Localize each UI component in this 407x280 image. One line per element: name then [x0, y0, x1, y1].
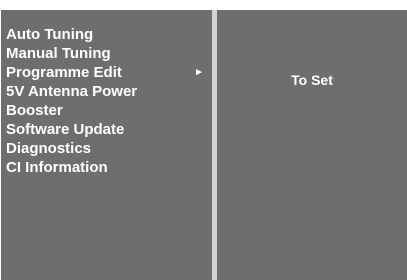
setup-menu-list: Auto Tuning Manual Tuning Programme Edit… — [6, 25, 208, 177]
menu-item-label: CI Information — [6, 159, 108, 176]
menu-item-label: Programme Edit — [6, 64, 122, 81]
menu-item-ci-information[interactable]: CI Information — [6, 158, 208, 177]
menu-item-label: Diagnostics — [6, 140, 92, 157]
setup-menu-screen: Auto Tuning Manual Tuning Programme Edit… — [0, 0, 407, 280]
menu-item-software-update[interactable]: Software Update — [6, 120, 208, 139]
menu-item-label: 5V Antenna Power — [6, 83, 138, 100]
menu-item-booster[interactable]: Booster — [6, 101, 208, 120]
arrow-right-icon: ► — [194, 67, 204, 78]
to-set-option[interactable]: To Set — [217, 72, 407, 88]
menu-item-label: Manual Tuning — [6, 45, 111, 62]
menu-item-label: Booster — [6, 102, 63, 119]
menu-item-programme-edit[interactable]: Programme Edit ► — [6, 63, 208, 82]
menu-item-manual-tuning[interactable]: Manual Tuning — [6, 44, 208, 63]
menu-item-label: Auto Tuning — [6, 26, 94, 43]
submenu-panel — [217, 10, 407, 280]
menu-item-diagnostics[interactable]: Diagnostics — [6, 139, 208, 158]
menu-item-5v-antenna-power[interactable]: 5V Antenna Power — [6, 82, 208, 101]
menu-item-auto-tuning[interactable]: Auto Tuning — [6, 25, 208, 44]
menu-item-label: Software Update — [6, 121, 125, 138]
